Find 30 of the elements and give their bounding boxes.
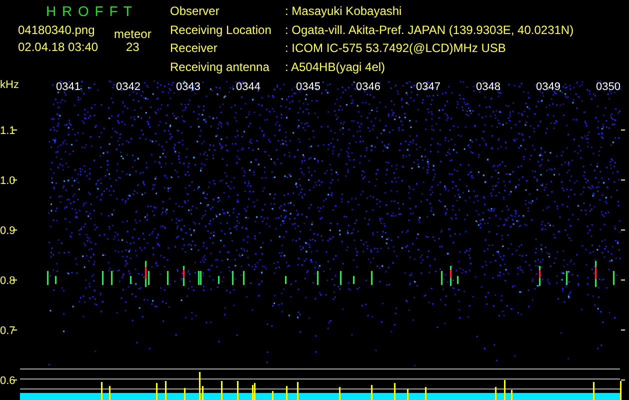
file-name: 04180340.png (18, 23, 96, 37)
frequency-label: 0.7 (0, 325, 16, 337)
time-label: 0346 (356, 81, 380, 93)
info-label: Receiver (170, 41, 218, 57)
time-label: 0343 (176, 81, 200, 93)
meteor-count: 23 (125, 40, 140, 54)
info-value: : A504HB(yagi 4el) (285, 60, 386, 76)
info-label: Receiving antenna (170, 60, 270, 76)
frequency-label: 1.0 (0, 175, 16, 187)
info-label: Receiving Location (170, 22, 272, 38)
info-value: : Masayuki Kobayashi (285, 4, 403, 20)
time-label: 0348 (476, 81, 500, 93)
frequency-label: 0.9 (0, 225, 16, 237)
time-label: 0341 (56, 81, 80, 93)
date-time: 02.04.18 03:40 (18, 40, 100, 54)
time-label: 0349 (536, 81, 560, 93)
meteor-label: meteor (114, 27, 152, 41)
info-value: : ICOM IC-575 53.7492(@LCD)MHz USB (285, 41, 507, 57)
info-value: : Ogata-vill. Akita-Pref. JAPAN (139.9303E, 40.0231N) (285, 22, 574, 38)
frequency-label: 0.6 (0, 375, 16, 387)
time-label: 0344 (236, 81, 260, 93)
frequency-label: 0.8 (0, 275, 16, 287)
time-label: 0345 (296, 81, 320, 93)
frequency-label: 1.1 (0, 125, 16, 137)
time-label: 0350 (596, 81, 620, 93)
app-title: H R O F F T (45, 4, 134, 20)
info-label: Observer (170, 4, 220, 20)
axis-unit: kHz (0, 79, 19, 91)
time-label: 0347 (416, 81, 440, 93)
time-label: 0342 (116, 81, 140, 93)
